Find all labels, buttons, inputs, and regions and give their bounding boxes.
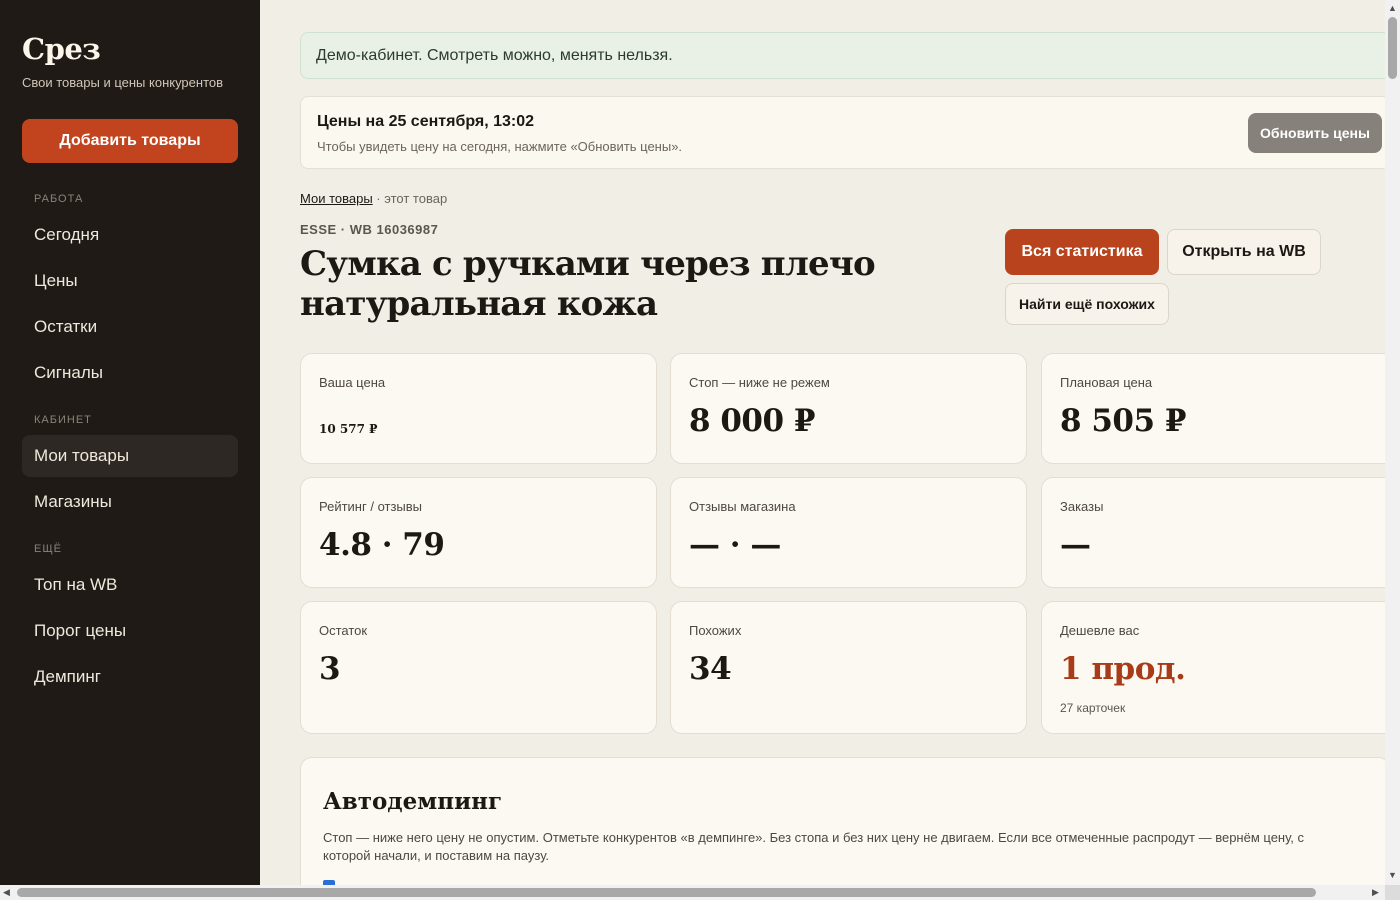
all-stats-button[interactable]: Вся статистика: [1005, 229, 1159, 275]
card-value: 4.8 · 79: [319, 527, 445, 563]
autodumping-section: Автодемпинг Стоп — ниже него цену не опу…: [300, 757, 1385, 885]
card-shop-reviews: Отзывы магазина — · —: [670, 477, 1027, 588]
horizontal-scrollbar[interactable]: ◀ ▶: [0, 885, 1385, 900]
card-rating-reviews: Рейтинг / отзывы 4.8 · 79: [300, 477, 657, 588]
card-value: 34: [689, 651, 732, 687]
card-stock: Остаток 3: [300, 601, 657, 734]
breadcrumb-current: этот товар: [384, 191, 448, 206]
card-your-price: Ваша цена 10 577 ₽: [300, 353, 657, 464]
card-value: 3: [319, 651, 341, 687]
scroll-down-icon[interactable]: ▼: [1388, 870, 1397, 880]
card-orders: Заказы —: [1041, 477, 1385, 588]
find-similar-button[interactable]: Найти ещё похожих: [1005, 283, 1169, 325]
main-content: Демо-кабинет. Смотреть можно, менять нел…: [260, 0, 1385, 885]
card-label: Похожих: [689, 623, 742, 638]
scrollbar-corner: [1385, 885, 1400, 900]
sidebar-item-today[interactable]: Сегодня: [22, 214, 238, 256]
refresh-prices-button[interactable]: Обновить цены: [1248, 113, 1382, 153]
nav-section-work: РАБОТА: [34, 193, 84, 205]
sidebar-item-signals[interactable]: Сигналы: [22, 352, 238, 394]
card-value: — · —: [689, 527, 781, 563]
card-label: Ваша цена: [319, 375, 386, 390]
page-title: Сумка с ручками через плечо натуральная …: [300, 244, 876, 324]
brand-tagline: Свои товары и цены конкурентов: [22, 75, 224, 90]
prices-hint: Чтобы увидеть цену на сегодня, нажмите «…: [317, 139, 683, 154]
card-note: 27 карточек: [1060, 701, 1126, 715]
prices-status-bar: Цены на 25 сентября, 13:02 Чтобы увидеть…: [300, 96, 1385, 169]
breadcrumb-my-products-link[interactable]: Мои товары: [300, 191, 373, 206]
add-products-button[interactable]: Добавить товары: [22, 119, 238, 163]
card-label: Стоп — ниже не режем: [689, 375, 830, 390]
nav-section-more: ЕЩЁ: [34, 543, 62, 555]
sidebar-item-dumping[interactable]: Демпинг: [22, 656, 238, 698]
card-label: Остаток: [319, 623, 368, 638]
product-sku: ESSE · WB 16036987: [300, 222, 439, 237]
scroll-left-icon[interactable]: ◀: [3, 887, 10, 898]
card-value: —: [1060, 527, 1091, 563]
nav-section-cabinet: КАБИНЕТ: [34, 414, 92, 426]
brand-logo[interactable]: Срез: [22, 32, 101, 66]
sidebar-item-top-wb[interactable]: Топ на WB: [22, 564, 238, 606]
sidebar-item-price-threshold[interactable]: Порог цены: [22, 610, 238, 652]
sidebar-item-stock[interactable]: Остатки: [22, 306, 238, 348]
autodumping-title: Автодемпинг: [323, 788, 503, 815]
demo-banner: Демо-кабинет. Смотреть можно, менять нел…: [300, 32, 1385, 79]
card-cheaper-than-you: Дешевле вас 1 прод. 27 карточек: [1041, 601, 1385, 734]
card-value: 8 000 ₽: [689, 403, 815, 439]
sidebar-item-my-products[interactable]: Мои товары: [22, 435, 238, 477]
card-label: Плановая цена: [1060, 375, 1153, 390]
card-value: 10 577 ₽: [319, 422, 378, 436]
breadcrumb-separator: ·: [372, 191, 385, 206]
card-label: Заказы: [1060, 499, 1104, 514]
autodumping-description: Стоп — ниже него цену не опустим. Отметь…: [323, 830, 1305, 863]
sidebar-item-shops[interactable]: Магазины: [22, 481, 238, 523]
scroll-right-icon[interactable]: ▶: [1372, 887, 1379, 898]
card-label: Отзывы магазина: [689, 499, 796, 514]
sidebar: Срез Свои товары и цены конкурентов Доба…: [0, 0, 260, 900]
card-planned-price: Плановая цена 8 505 ₽: [1041, 353, 1385, 464]
scroll-up-icon[interactable]: ▲: [1388, 3, 1397, 13]
breadcrumb: Мои товары · этот товар: [300, 191, 447, 206]
vertical-scrollbar[interactable]: ▲ ▼: [1385, 0, 1400, 885]
vertical-scroll-thumb[interactable]: [1388, 17, 1397, 79]
card-stop-price: Стоп — ниже не режем 8 000 ₽: [670, 353, 1027, 464]
card-similar: Похожих 34: [670, 601, 1027, 734]
horizontal-scroll-thumb[interactable]: [17, 888, 1316, 897]
card-value: 8 505 ₽: [1060, 403, 1186, 439]
sidebar-item-prices[interactable]: Цены: [22, 260, 238, 302]
card-label: Дешевле вас: [1060, 623, 1140, 638]
card-label: Рейтинг / отзывы: [319, 499, 423, 514]
open-on-wb-button[interactable]: Открыть на WB: [1167, 229, 1321, 275]
card-value: 1 прод.: [1060, 651, 1186, 687]
prices-date-title: Цены на 25 сентября, 13:02: [317, 113, 535, 130]
